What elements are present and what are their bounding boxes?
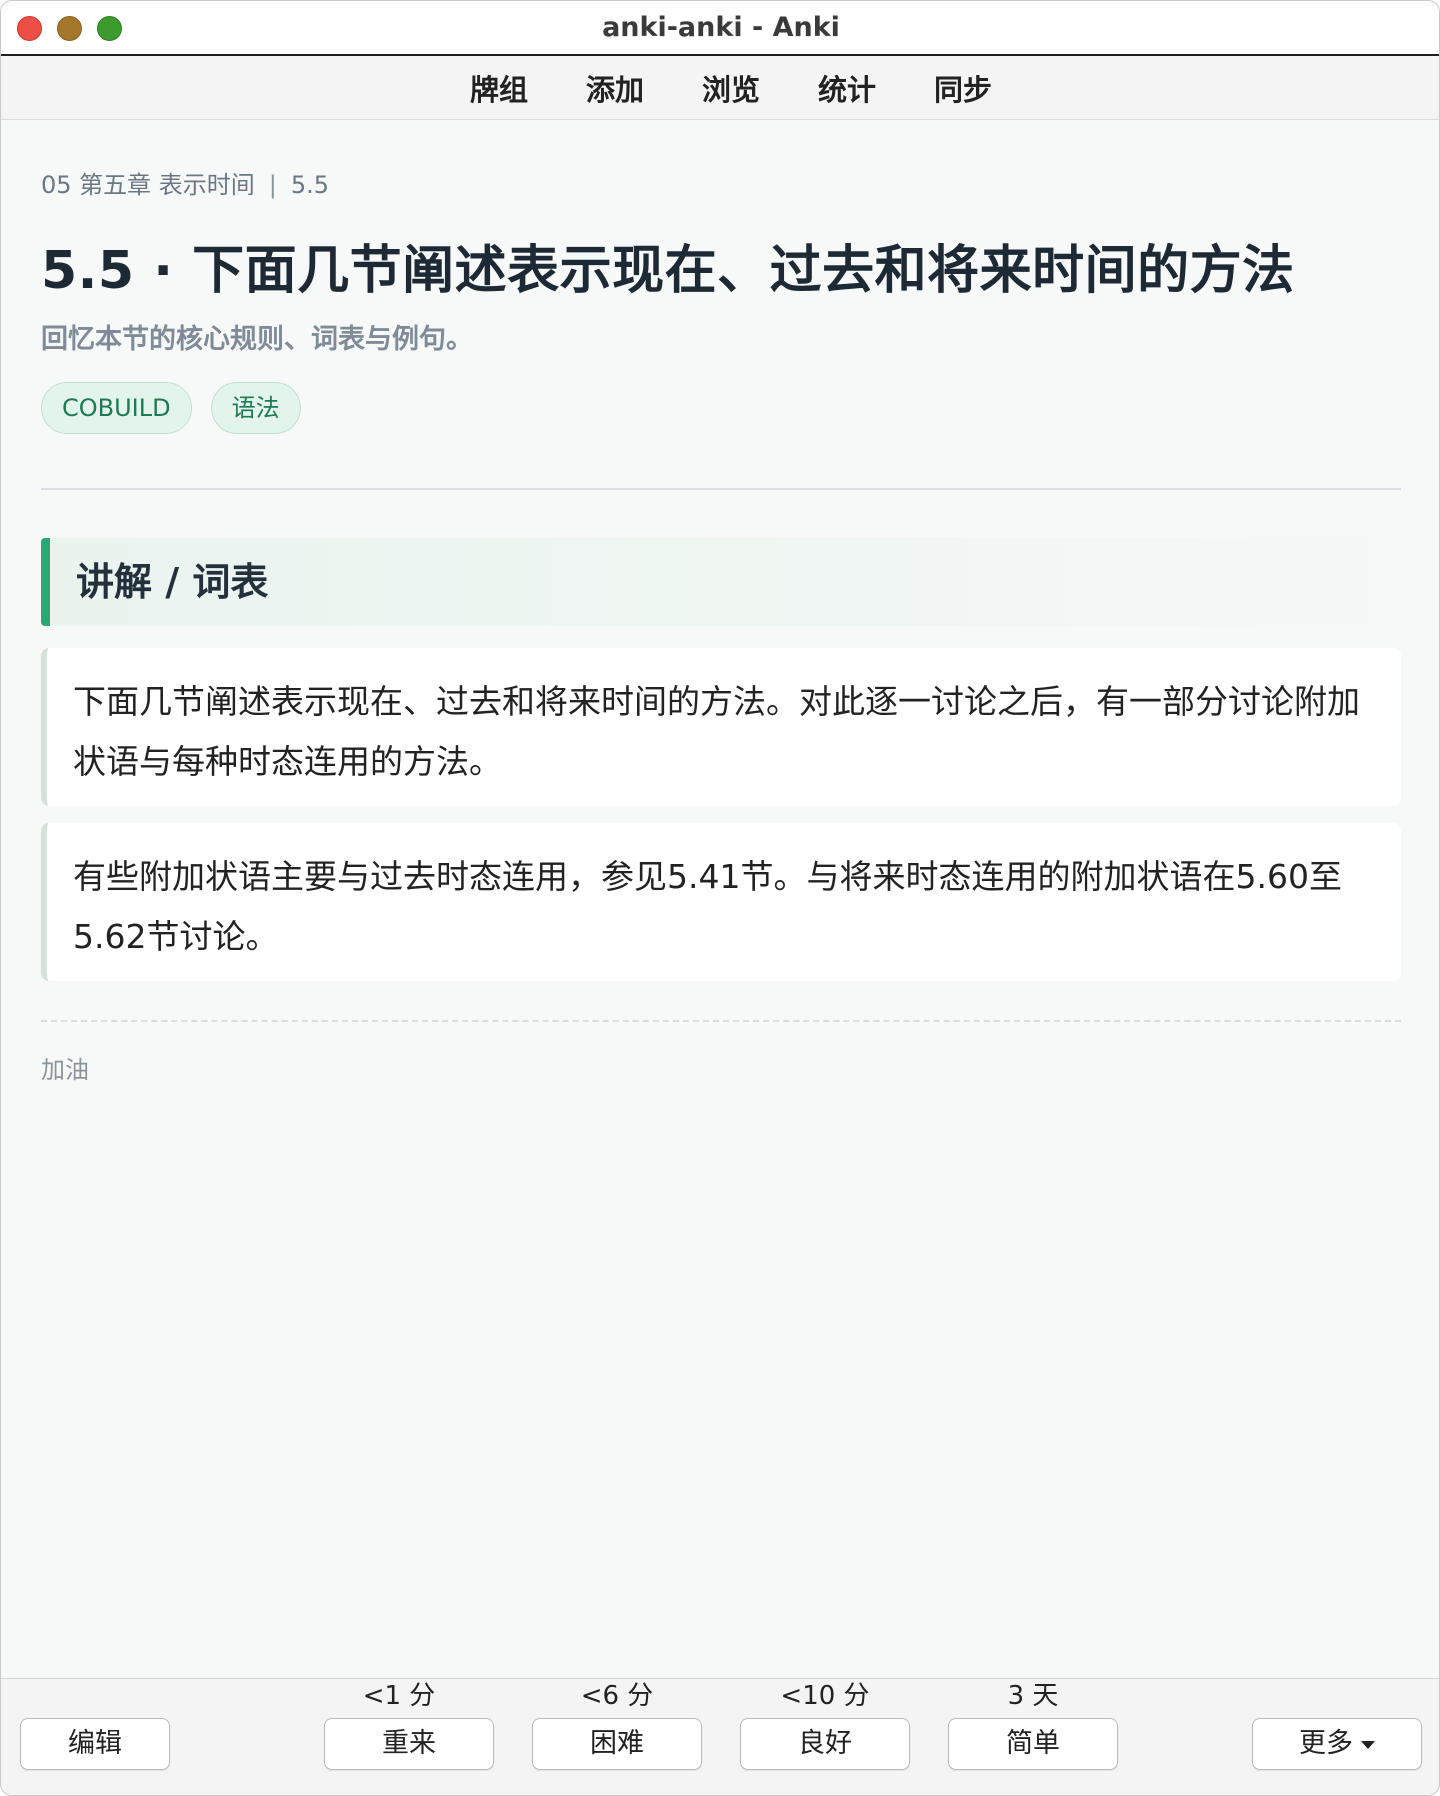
- hard-interval: <6 分: [580, 1681, 654, 1711]
- breadcrumb-chapter: 05 第五章 表示时间: [41, 171, 255, 199]
- easy-interval: 3 天: [1007, 1681, 1059, 1711]
- again-button[interactable]: 重来: [324, 1718, 494, 1770]
- good-interval: <10 分: [780, 1681, 870, 1711]
- dashed-divider: [41, 1020, 1401, 1022]
- caret-down-icon: [1361, 1740, 1375, 1749]
- section-header: 讲解 / 词表: [41, 538, 1401, 626]
- tag-cobuild: COBUILD: [41, 382, 192, 434]
- breadcrumb: 05 第五章 表示时间 | 5.5: [41, 165, 329, 200]
- toolbar-browse[interactable]: 浏览: [702, 67, 760, 109]
- toolbar-sync[interactable]: 同步: [934, 67, 992, 109]
- easy-button[interactable]: 简单: [948, 1718, 1118, 1770]
- anki-window: anki-anki - Anki 牌组 添加 浏览 统计 同步 05 第五章 表…: [0, 0, 1440, 1796]
- edit-button[interactable]: 编辑: [20, 1718, 170, 1770]
- divider: [41, 488, 1401, 490]
- title-bar: anki-anki - Anki: [1, 1, 1439, 56]
- review-bottom-bar: 编辑 <1 分 重来 <6 分 困难 <10 分 良好 3 天 简单 更多: [1, 1678, 1439, 1795]
- again-interval: <1 分: [362, 1681, 436, 1711]
- section-header-label: 讲解 / 词表: [76, 560, 269, 604]
- card-title: 5.5 · 下面几节阐述表示现在、过去和将来时间的方法: [41, 241, 1295, 301]
- toolbar-decks[interactable]: 牌组: [470, 67, 528, 109]
- hard-button[interactable]: 困难: [532, 1718, 702, 1770]
- more-button-label: 更多: [1299, 1728, 1353, 1759]
- toolbar-add[interactable]: 添加: [586, 67, 644, 109]
- explanation-paragraph: 下面几节阐述表示现在、过去和将来时间的方法。对此逐一讨论之后，有一部分讨论附加状…: [41, 648, 1401, 806]
- toolbar-stats[interactable]: 统计: [818, 67, 876, 109]
- good-button[interactable]: 良好: [740, 1718, 910, 1770]
- main-toolbar: 牌组 添加 浏览 统计 同步: [1, 56, 1439, 120]
- more-button[interactable]: 更多: [1252, 1718, 1422, 1770]
- breadcrumb-section: 5.5: [290, 171, 330, 199]
- tag-list: COBUILD 语法: [41, 382, 301, 434]
- explanation-paragraph: 有些附加状语主要与过去时态连用，参见5.41节。与将来时态连用的附加状语在5.6…: [41, 823, 1401, 981]
- tag-grammar: 语法: [210, 382, 301, 434]
- footnote: 加油: [41, 1056, 89, 1084]
- card-subtitle: 回忆本节的核心规则、词表与例句。: [41, 324, 473, 355]
- breadcrumb-separator: |: [268, 171, 277, 199]
- window-title: anki-anki - Anki: [602, 12, 840, 43]
